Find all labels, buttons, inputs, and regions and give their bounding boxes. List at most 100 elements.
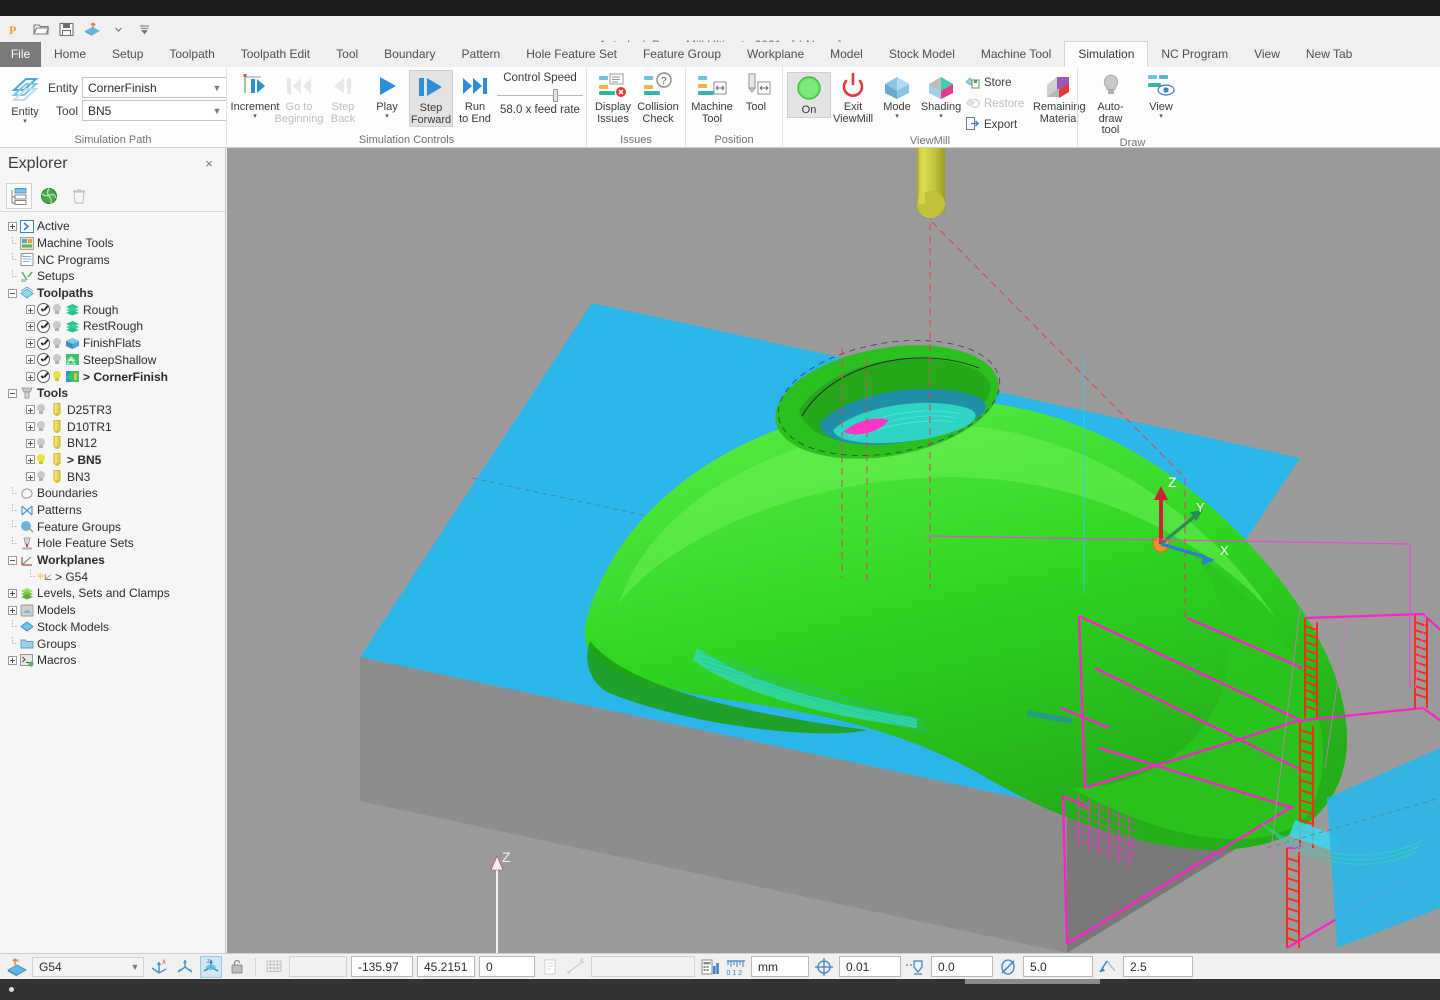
tree-item-feature-groups[interactable]: Feature Groups	[0, 518, 225, 535]
auto-draw-tool-button[interactable]: Auto-draw tool	[1082, 70, 1139, 137]
display-issues-button[interactable]: Display Issues	[591, 70, 635, 125]
tree-item-macros[interactable]: Macros	[0, 652, 225, 669]
tab-home[interactable]: Home	[41, 42, 99, 67]
tree-expander-icon[interactable]	[24, 455, 37, 465]
tree-item-checkbox[interactable]	[37, 336, 50, 350]
tree-item-bn5[interactable]: > BN5	[0, 452, 225, 469]
grid-icon[interactable]	[263, 956, 285, 978]
tree-expander-icon[interactable]	[6, 221, 19, 231]
tab-nc-program[interactable]: NC Program	[1148, 42, 1241, 67]
run-to-end-button[interactable]: Run to End	[453, 70, 497, 125]
tree-expander-icon[interactable]	[24, 422, 37, 432]
tree-item-finishflats[interactable]: FinishFlats	[0, 335, 225, 352]
entity-caret-icon[interactable]: ▾	[23, 118, 27, 125]
tab-machine-tool[interactable]: Machine Tool	[968, 42, 1065, 67]
close-icon[interactable]: ×	[201, 156, 217, 172]
tree-expander-icon[interactable]	[24, 355, 37, 365]
entity-combo[interactable]: CornerFinish ▼	[82, 77, 227, 98]
tree-expander-icon[interactable]	[24, 372, 37, 382]
tree-item-checkbox[interactable]	[37, 319, 50, 333]
measure-icon[interactable]	[565, 956, 587, 978]
tree-item-levels-sets-and-clamps[interactable]: Levels, Sets and Clamps	[0, 585, 225, 602]
lightbulb-icon[interactable]	[37, 454, 45, 465]
collision-check-button[interactable]: ? Collision Check	[635, 70, 681, 125]
tab-simulation[interactable]: Simulation	[1064, 41, 1149, 67]
tree-item-rough[interactable]: Rough	[0, 301, 225, 318]
diameter-field[interactable]: 5.0	[1023, 956, 1093, 977]
tree-item-nc-programs[interactable]: G NC Programs	[0, 251, 225, 268]
step-forward-button[interactable]: Step Forward	[409, 70, 453, 127]
tree-item-groups[interactable]: Groups	[0, 635, 225, 652]
coordinate-x-field[interactable]	[289, 956, 347, 977]
tree-item-bn3[interactable]: BN3	[0, 468, 225, 485]
tree-item-checkbox[interactable]	[37, 353, 50, 367]
tree-item-restrough[interactable]: RestRough	[0, 318, 225, 335]
tree-item-g54[interactable]: > G54	[0, 568, 225, 585]
units-icon[interactable]: 0 1 2	[725, 956, 747, 978]
tree-item-patterns[interactable]: Patterns	[0, 502, 225, 519]
tree-item-cornerfinish[interactable]: > CornerFinish	[0, 368, 225, 385]
play-caret-icon[interactable]: ▾	[385, 113, 389, 120]
tree-item-d10tr1[interactable]: D10TR1	[0, 418, 225, 435]
exit-viewmill-button[interactable]: Exit ViewMill	[831, 70, 875, 125]
tree-expander-icon[interactable]	[6, 605, 19, 615]
workplane-icon[interactable]: z	[6, 956, 28, 978]
tree-expander-icon[interactable]	[24, 405, 37, 415]
tree-expander-icon[interactable]	[24, 338, 37, 348]
control-speed-slider[interactable]	[497, 87, 583, 103]
tab-feature-group[interactable]: Feature Group	[630, 42, 734, 67]
increment-button[interactable]: Increment ▾	[231, 70, 279, 120]
position-y-field[interactable]: 45.2151	[417, 956, 475, 977]
lightbulb-icon[interactable]	[53, 337, 61, 349]
tab-model[interactable]: Model	[817, 42, 876, 67]
mode-caret-icon[interactable]: ▾	[895, 113, 899, 120]
thickness-field[interactable]: 0.0	[931, 956, 993, 977]
tab-stock-model[interactable]: Stock Model	[876, 42, 968, 67]
tab-tool[interactable]: Tool	[323, 42, 371, 67]
view-button[interactable]: View ▾	[1139, 70, 1183, 120]
3d-viewport[interactable]: Z Y X Z Y	[227, 148, 1440, 953]
tree-expander-icon[interactable]	[6, 588, 19, 598]
tree-item-tools[interactable]: Tools	[0, 385, 225, 402]
tree-item-active[interactable]: Active	[0, 218, 225, 235]
tree-expander-icon[interactable]	[6, 288, 19, 298]
entity-button[interactable]: Entity ▾	[8, 70, 42, 125]
tree-item-machine-tools[interactable]: Machine Tools	[0, 235, 225, 252]
lock-view-icon[interactable]	[226, 956, 248, 978]
explorer-delete-icon[interactable]	[66, 183, 92, 209]
tree-item-checkbox[interactable]	[37, 303, 50, 317]
tolerance-field[interactable]: 0.01	[839, 956, 901, 977]
lightbulb-icon[interactable]	[53, 371, 61, 382]
tool-combo[interactable]: BN5 ▼	[82, 100, 227, 121]
tree-expander-icon[interactable]	[6, 655, 19, 665]
tab-hole-feature-set[interactable]: Hole Feature Set	[513, 42, 630, 67]
tree-expander-icon[interactable]	[24, 305, 37, 315]
view-from-z-icon[interactable]: Z	[200, 955, 222, 978]
tab-new-tab[interactable]: New Tab	[1293, 42, 1365, 67]
lightbulb-icon[interactable]	[37, 471, 45, 482]
tab-pattern[interactable]: Pattern	[449, 42, 514, 67]
tree-item-boundaries[interactable]: Boundaries	[0, 485, 225, 502]
tab-workplane[interactable]: Workplane	[734, 42, 817, 67]
machine-tool-position-button[interactable]: Machine Tool	[690, 70, 734, 125]
increment-caret-icon[interactable]: ▾	[253, 113, 257, 120]
list-icon[interactable]	[539, 956, 561, 978]
tree-expander-icon[interactable]	[24, 321, 37, 331]
horizontal-scrollbar[interactable]	[965, 979, 1100, 984]
position-z-field[interactable]: 0	[479, 956, 535, 977]
tree-item-d25tr3[interactable]: D25TR3	[0, 402, 225, 419]
lightbulb-icon[interactable]	[53, 304, 61, 315]
units-field[interactable]: mm	[751, 956, 809, 977]
tab-boundary[interactable]: Boundary	[371, 42, 448, 67]
tree-expander-icon[interactable]	[24, 438, 37, 448]
tab-toolpath[interactable]: Toolpath	[156, 42, 227, 67]
block-field[interactable]	[591, 956, 695, 977]
tree-item-hole-feature-sets[interactable]: Hole Feature Sets	[0, 535, 225, 552]
tree-expander-icon[interactable]	[24, 472, 37, 482]
explorer-web-tab-icon[interactable]	[36, 183, 62, 209]
export-button[interactable]: Export	[963, 114, 1029, 135]
tree-item-toolpaths[interactable]: Toolpaths	[0, 285, 225, 302]
tool-position-button[interactable]: Tool	[734, 70, 778, 114]
lightbulb-icon[interactable]	[37, 437, 45, 449]
view-from-x-icon[interactable]: X	[148, 956, 170, 978]
